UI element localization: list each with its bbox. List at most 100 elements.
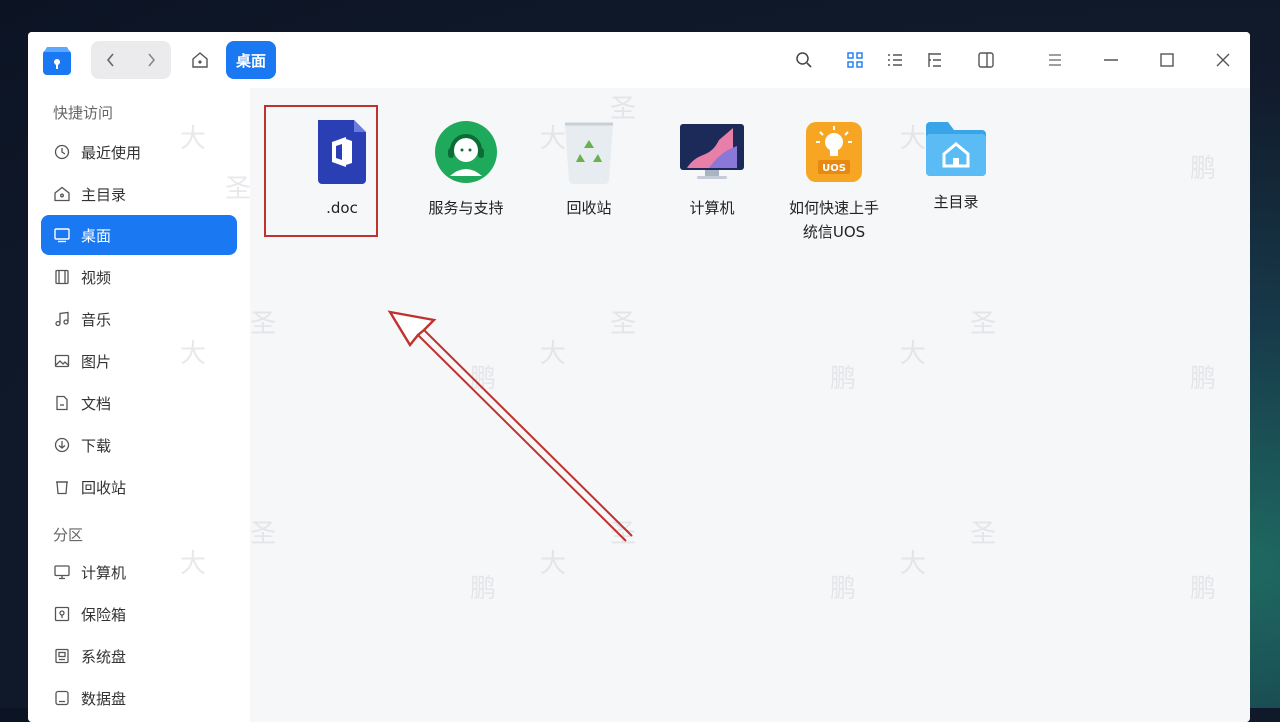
home-icon <box>52 184 72 204</box>
highlight-annotation-box <box>264 105 378 237</box>
home-folder-icon <box>926 122 986 176</box>
desktop-file-view[interactable]: 大 圣 大 圣 鹏 大 鹏 大 圣 鹏 大 圣 鹏 大 圣 鹏 大 圣 鹏 大 … <box>180 88 1250 722</box>
sidebar-item-safe[interactable]: 保险箱 <box>41 594 237 634</box>
maximize-icon <box>1160 53 1174 67</box>
sidebar-item-downloads[interactable]: 下载 <box>41 425 237 465</box>
watermark: 圣 <box>970 309 997 339</box>
desktop-item-uos-guide[interactable]: UOS 如何快速上手 统信UOS <box>774 120 894 244</box>
chevron-right-icon <box>148 53 156 67</box>
sidebar-item-label: 保险箱 <box>81 605 127 624</box>
minimize-button[interactable] <box>1099 48 1123 72</box>
disk-icon <box>52 646 72 666</box>
download-icon <box>52 435 72 455</box>
sidebar-item-recent[interactable]: 最近使用 <box>41 132 237 172</box>
sidebar-item-label: 文档 <box>81 394 112 413</box>
list-view-icon <box>888 54 902 66</box>
home-button[interactable] <box>188 48 212 72</box>
chevron-left-icon <box>106 53 114 67</box>
image-icon <box>52 351 72 371</box>
nav-button-group <box>91 41 171 79</box>
sidebar: 快捷访问 最近使用 主目录 桌面 视频 音乐 图片 文档 下载 回收站 分区 计… <box>28 88 250 722</box>
sidebar-item-documents[interactable]: 文档 <box>41 383 237 423</box>
file-manager-app-icon[interactable] <box>42 44 72 76</box>
sidebar-item-label: 桌面 <box>81 226 112 245</box>
disk-icon <box>52 688 72 708</box>
music-icon <box>52 309 72 329</box>
sidebar-item-label: 视频 <box>81 268 112 287</box>
quick-access-heading: 快捷访问 <box>53 104 114 122</box>
sidebar-item-label: 主目录 <box>81 185 127 204</box>
icon-view-button[interactable] <box>843 48 867 72</box>
titlebar: 桌面 <box>28 32 1250 88</box>
desktop-item-computer[interactable]: 计算机 <box>652 120 772 220</box>
computer-icon <box>52 562 72 582</box>
sidebar-item-label: 系统盘 <box>81 647 127 666</box>
list-view-button[interactable] <box>883 48 907 72</box>
minimize-icon <box>1104 59 1118 61</box>
watermark: 鹏 <box>1190 364 1217 394</box>
desktop-item-home-folder[interactable]: 主目录 <box>896 120 1016 214</box>
back-button[interactable] <box>91 41 131 79</box>
support-icon <box>435 121 497 183</box>
desktop-item-label: 计算机 <box>689 199 735 217</box>
watermark: 鹏 <box>1190 574 1217 604</box>
watermark: 圣 <box>970 519 997 549</box>
desktop-item-trash[interactable]: 回收站 <box>529 120 649 220</box>
sidebar-item-video[interactable]: 视频 <box>41 257 237 297</box>
forward-button[interactable] <box>131 41 171 79</box>
sidebar-item-trash[interactable]: 回收站 <box>41 467 237 507</box>
sidebar-item-label: 最近使用 <box>81 143 142 162</box>
detail-panel-button[interactable] <box>974 48 998 72</box>
desktop-item-label: 主目录 <box>933 193 979 211</box>
annotation-arrow <box>387 310 633 542</box>
sidebar-item-label: 计算机 <box>81 563 127 582</box>
tree-view-button[interactable] <box>923 48 947 72</box>
watermark: 鹏 <box>470 574 497 604</box>
grid-view-icon <box>847 52 863 68</box>
sidebar-item-music[interactable]: 音乐 <box>41 299 237 339</box>
partitions-heading: 分区 <box>53 526 84 544</box>
watermark: 大 <box>540 549 567 579</box>
desktop-item-label: 服务与支持 <box>428 199 504 217</box>
sidebar-item-system-disk[interactable]: 系统盘 <box>41 636 237 676</box>
desktop-item-support[interactable]: 服务与支持 <box>406 120 526 220</box>
sidebar-item-label: 图片 <box>81 352 112 371</box>
split-panel-icon <box>978 52 994 68</box>
uos-guide-icon: UOS <box>806 122 862 182</box>
watermark: 鹏 <box>830 364 857 394</box>
menu-button[interactable] <box>1043 48 1067 72</box>
watermark: 鹏 <box>1190 154 1217 184</box>
sidebar-item-home[interactable]: 主目录 <box>41 174 237 214</box>
document-icon <box>52 393 72 413</box>
breadcrumb-desktop[interactable]: 桌面 <box>226 41 276 79</box>
trash-icon <box>52 477 72 497</box>
home-icon <box>192 52 208 68</box>
sidebar-item-data-disk[interactable]: 数据盘 <box>41 678 237 718</box>
maximize-button[interactable] <box>1155 48 1179 72</box>
watermark: 大 <box>900 339 927 369</box>
sidebar-item-pictures[interactable]: 图片 <box>41 341 237 381</box>
safe-icon <box>52 604 72 624</box>
desktop-item-label: 回收站 <box>566 199 612 217</box>
search-button[interactable] <box>792 48 816 72</box>
trash-icon <box>565 122 613 184</box>
sidebar-item-label: 数据盘 <box>81 689 127 708</box>
sidebar-item-label: 回收站 <box>81 478 127 497</box>
file-manager-window: 桌面 快捷访问 最近使用 主目录 桌面 视频 音乐 图片 文档 下载 回收站 分… <box>28 32 1250 722</box>
search-icon <box>796 52 812 68</box>
watermark: 圣 <box>250 519 277 549</box>
sidebar-item-desktop[interactable]: 桌面 <box>41 215 237 255</box>
sidebar-item-computer[interactable]: 计算机 <box>41 552 237 592</box>
desktop-icon <box>52 225 72 245</box>
svg-text:UOS: UOS <box>822 163 846 174</box>
video-icon <box>52 267 72 287</box>
close-button[interactable] <box>1211 48 1235 72</box>
sidebar-item-label: 下载 <box>81 436 112 455</box>
close-icon <box>1216 53 1230 67</box>
hamburger-menu-icon <box>1049 54 1061 66</box>
watermark: 大 <box>900 549 927 579</box>
watermark: 鹏 <box>830 574 857 604</box>
clock-icon <box>52 142 72 162</box>
desktop-item-label: 如何快速上手 统信UOS <box>788 199 879 241</box>
computer-icon <box>680 124 744 179</box>
